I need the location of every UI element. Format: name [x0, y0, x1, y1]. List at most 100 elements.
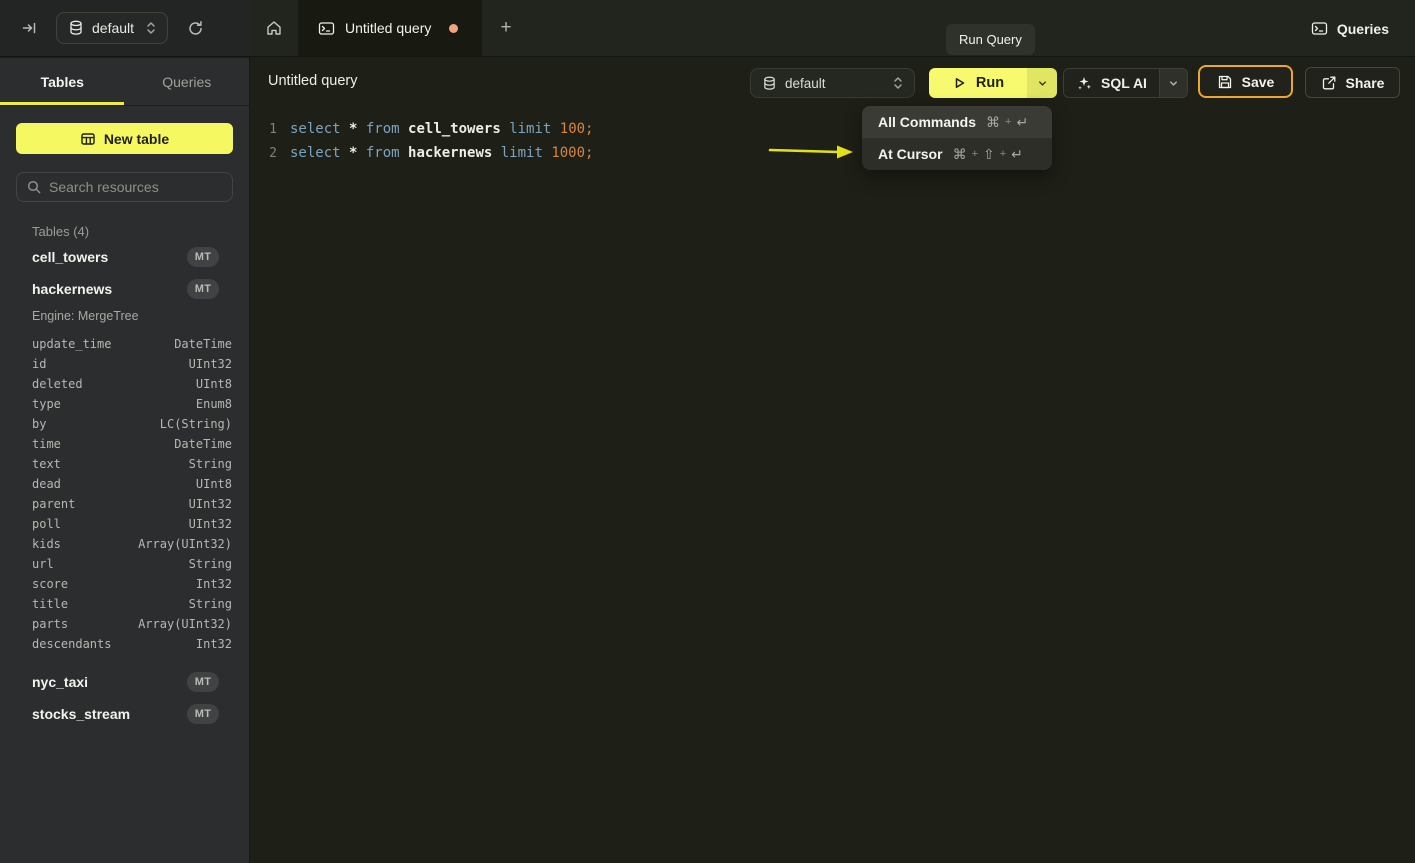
code-token: 1000;: [551, 145, 593, 161]
column-row: deletedUInt8: [0, 374, 249, 394]
sidebar-tabs: Tables Queries: [0, 58, 249, 106]
save-button[interactable]: Save: [1198, 65, 1293, 98]
plus-icon: +: [500, 17, 511, 39]
menu-item-shortcut: ⌘ + ⇧ + ↵: [953, 146, 1023, 163]
column-row: descendantsInt32: [0, 634, 249, 654]
run-button[interactable]: Run: [929, 68, 1027, 98]
line-number: 1: [251, 122, 277, 137]
column-name: text: [32, 457, 61, 471]
new-tab-button[interactable]: +: [482, 0, 530, 56]
table-row-stocks_stream[interactable]: stocks_stream MT: [0, 698, 249, 730]
column-row: partsArray(UInt32): [0, 614, 249, 634]
refresh-icon: [187, 20, 204, 37]
run-options-button[interactable]: [1027, 68, 1057, 98]
queries-button[interactable]: Queries: [1311, 0, 1389, 57]
query-title: Untitled query: [268, 73, 357, 89]
code-token: hackernews: [408, 145, 501, 161]
database-selector-value: default: [92, 20, 134, 36]
chevron-up-down-icon: [145, 21, 157, 35]
editor-database-selector[interactable]: default: [750, 68, 915, 98]
table-name: stocks_stream: [32, 706, 130, 722]
tab-untitled-query[interactable]: Untitled query: [298, 0, 482, 56]
code-token: select: [290, 145, 349, 161]
database-selector[interactable]: default: [56, 12, 168, 44]
editor-header: Untitled query default Run: [251, 58, 1415, 106]
table-row-nyc_taxi[interactable]: nyc_taxiMT: [0, 666, 249, 698]
sidebar-tab-queries[interactable]: Queries: [125, 58, 250, 105]
table-row-hackernews[interactable]: hackernewsMT: [0, 273, 249, 305]
table-engine-badge: MT: [187, 672, 219, 692]
column-type: DateTime: [174, 437, 232, 451]
plus-separator: +: [1000, 148, 1006, 160]
database-icon: [69, 20, 83, 36]
sparkles-icon: [1076, 75, 1092, 91]
menu-item-label: At Cursor: [878, 146, 943, 162]
column-type: Enum8: [196, 397, 232, 411]
column-type: Int32: [196, 577, 232, 591]
top-bar-left: default: [0, 0, 250, 56]
unsaved-changes-dot: [449, 24, 458, 33]
chevron-up-down-icon: [892, 76, 904, 90]
tables-section-title: Tables (4): [32, 224, 249, 239]
share-button[interactable]: Share: [1305, 67, 1400, 98]
sql-editor[interactable]: 1select * from cell_towers limit 100; 2 se…: [251, 106, 1415, 863]
sql-ai-options-button[interactable]: [1159, 69, 1187, 97]
column-name: dead: [32, 477, 61, 491]
column-type: UInt32: [189, 357, 232, 371]
run-menu-item-all-commands[interactable]: All Commands⌘+↵: [862, 106, 1052, 138]
column-name: score: [32, 577, 68, 591]
shortcut-key: ⇧: [983, 146, 995, 163]
plus-separator: +: [972, 148, 978, 160]
column-type: UInt8: [196, 377, 232, 391]
tables-list: cell_towersMThackernewsMTEngine: MergeTr…: [0, 241, 249, 730]
column-name: descendants: [32, 637, 111, 651]
new-table-button[interactable]: New table: [16, 123, 233, 154]
table-name: cell_towers: [32, 249, 108, 265]
column-type: String: [189, 457, 232, 471]
refresh-button[interactable]: [182, 15, 208, 41]
search-box: [16, 172, 233, 202]
top-bar: default Untitled query: [0, 0, 1415, 57]
shortcut-key: ⌘: [986, 114, 1000, 131]
sql-ai-button-group: SQL AI: [1063, 68, 1188, 98]
column-row: kidsArray(UInt32): [0, 534, 249, 554]
sidebar-tab-tables[interactable]: Tables: [0, 58, 125, 105]
sql-ai-button[interactable]: SQL AI: [1064, 69, 1159, 97]
plus-separator: +: [1005, 116, 1011, 128]
table-columns-list: update_timeDateTimeidUInt32deletedUInt8t…: [0, 334, 249, 654]
column-name: url: [32, 557, 54, 571]
table-row-cell_towers[interactable]: cell_towersMT: [0, 241, 249, 273]
line-number: 2: [251, 146, 277, 161]
shortcut-key: ↵: [1011, 146, 1023, 163]
code-text: select * from hackernews limit 1000;: [290, 145, 593, 161]
home-tab[interactable]: [250, 0, 298, 56]
column-type: String: [189, 557, 232, 571]
sidebar-collapse-button[interactable]: [16, 15, 42, 41]
code-line: 1select * from cell_towers limit 100;: [251, 117, 1415, 141]
column-name: parts: [32, 617, 68, 631]
sql-ai-label: SQL AI: [1101, 75, 1147, 91]
table-engine-badge: MT: [187, 704, 219, 724]
column-name: id: [32, 357, 46, 371]
arrow-to-bar-icon: [21, 20, 37, 36]
save-button-label: Save: [1242, 74, 1275, 90]
run-button-label: Run: [976, 75, 1004, 91]
table-grid-icon: [80, 131, 96, 147]
shortcut-key: ⌘: [953, 146, 967, 163]
column-type: UInt8: [196, 477, 232, 491]
code-token: *: [349, 121, 366, 137]
code-token: limit: [501, 145, 552, 161]
column-type: Array(UInt32): [138, 537, 232, 551]
code-token: from: [366, 145, 408, 161]
save-icon: [1217, 74, 1233, 90]
run-menu-item-at-cursor[interactable]: At Cursor ⌘ + ⇧ + ↵: [862, 138, 1052, 170]
run-query-tooltip: Run Query: [946, 24, 1035, 55]
share-button-label: Share: [1346, 75, 1385, 91]
code-token: 100;: [560, 121, 594, 137]
search-input[interactable]: [49, 179, 230, 195]
sql-console-window: default Untitled query: [0, 0, 1415, 863]
column-type: LC(String): [160, 417, 232, 431]
chevron-down-icon: [1168, 78, 1179, 89]
column-name: parent: [32, 497, 75, 511]
editor-database-value: default: [785, 76, 826, 91]
